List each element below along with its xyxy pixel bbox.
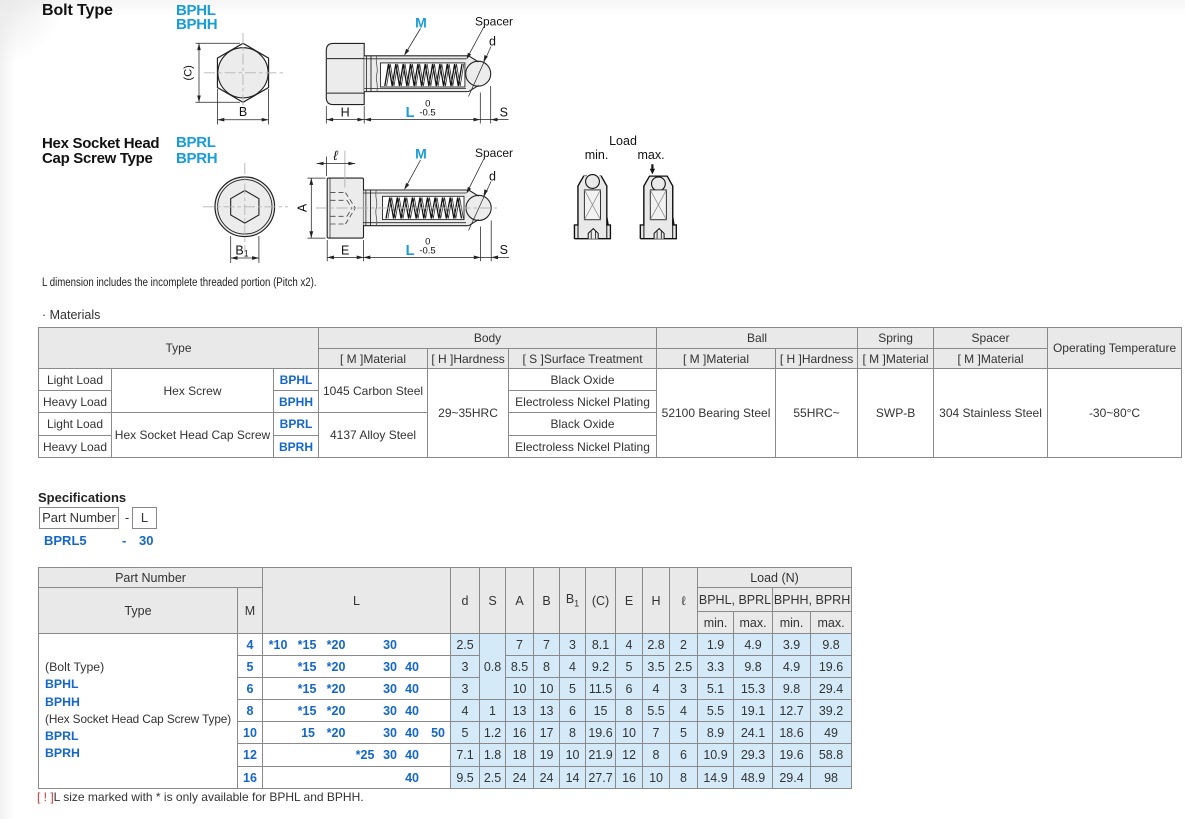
svg-text:Spacer: Spacer [475,146,513,160]
svg-text:L: L [406,105,415,121]
svg-text:B: B [239,105,247,119]
svg-text:E: E [341,244,349,258]
svg-text:Spacer: Spacer [475,15,513,29]
svg-text:S: S [500,106,508,120]
svg-text:-0.5: -0.5 [419,108,435,119]
svg-text:(C): (C) [183,65,195,80]
svg-text:S: S [500,243,508,257]
svg-text:max.: max. [637,148,664,162]
svg-text:M: M [415,146,427,162]
svg-text:-0.5: -0.5 [419,246,435,257]
svg-text:d: d [489,170,496,184]
svg-text:ℓ: ℓ [333,148,338,163]
svg-text:L: L [406,243,415,259]
svg-text:H: H [341,106,350,120]
svg-text:A: A [296,203,310,212]
svg-text:d: d [489,35,496,49]
svg-text:B1: B1 [235,244,248,259]
svg-text:M: M [415,15,427,31]
svg-text:min.: min. [585,148,609,162]
svg-text:Load: Load [609,134,637,148]
